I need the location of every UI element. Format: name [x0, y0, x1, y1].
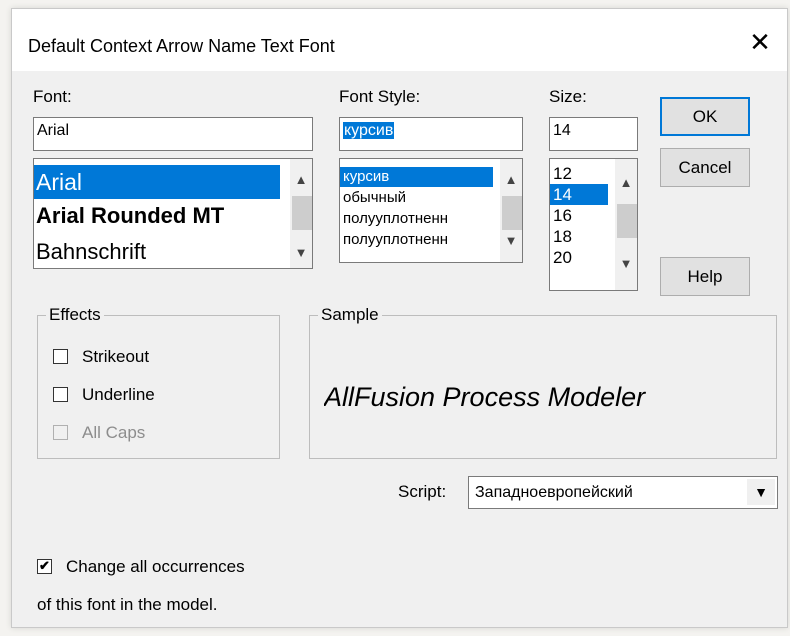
dropdown-arrow-icon[interactable]: ▼ — [747, 479, 775, 505]
font-style-scrollbar[interactable]: ▲ ▼ — [500, 159, 522, 262]
font-style-input-value: курсив — [343, 122, 395, 139]
font-style-input[interactable]: курсив — [339, 117, 523, 151]
scroll-down-icon[interactable]: ▼ — [500, 230, 522, 252]
all-caps-label: All Caps — [82, 423, 146, 442]
strikeout-checkbox[interactable] — [53, 349, 68, 364]
font-style-item[interactable]: полууплотненн — [340, 230, 493, 250]
scroll-up-icon[interactable]: ▲ — [290, 169, 312, 191]
sample-group: Sample AllFusion Process Modeler — [309, 305, 777, 459]
ok-button[interactable]: OK — [660, 97, 750, 136]
underline-checkbox[interactable] — [53, 387, 68, 402]
script-select-value: Западноевропейский — [475, 484, 633, 501]
size-label: Size: — [549, 87, 587, 106]
effects-title: Effects — [46, 305, 104, 325]
cancel-button[interactable]: Cancel — [660, 148, 750, 187]
change-all-checkbox[interactable]: ✔ — [37, 559, 52, 574]
sample-title: Sample — [318, 305, 382, 325]
size-item[interactable]: 12 — [550, 163, 608, 184]
scroll-up-icon[interactable]: ▲ — [615, 172, 637, 194]
font-style-list[interactable]: курсив обычный полууплотненн полууплотне… — [339, 158, 523, 263]
scroll-up-icon[interactable]: ▲ — [500, 169, 522, 191]
effects-group: Effects — [37, 305, 280, 459]
close-icon[interactable]: ✕ — [745, 27, 775, 57]
font-style-item[interactable]: курсив — [340, 167, 493, 187]
title-bar: Default Context Arrow Name Text Font ✕ — [12, 9, 787, 71]
scroll-down-icon[interactable]: ▼ — [290, 242, 312, 264]
font-list[interactable]: Arial Arial Rounded MT Bahnschrift ▲ ▼ — [33, 158, 313, 269]
font-list-item-arial[interactable]: Arial — [34, 165, 280, 199]
underline-label[interactable]: Underline — [82, 385, 155, 405]
sample-text: AllFusion Process Modeler — [324, 382, 646, 412]
size-item[interactable]: 20 — [550, 247, 608, 268]
all-caps-checkbox — [53, 425, 68, 440]
font-list-item-bahnschrift[interactable]: Bahnschrift — [34, 235, 280, 268]
font-list-scrollbar[interactable]: ▲ ▼ — [290, 159, 312, 268]
font-label: Font: — [33, 87, 72, 106]
scroll-thumb[interactable] — [502, 196, 522, 230]
strikeout-label[interactable]: Strikeout — [82, 347, 149, 367]
font-list-item-arial-rounded[interactable]: Arial Rounded MT — [34, 199, 280, 233]
help-button[interactable]: Help — [660, 257, 750, 296]
size-item[interactable]: 18 — [550, 226, 608, 247]
scroll-down-icon[interactable]: ▼ — [615, 253, 637, 275]
font-dialog: Default Context Arrow Name Text Font ✕ F… — [11, 8, 788, 628]
font-style-label: Font Style: — [339, 87, 421, 106]
script-select[interactable]: Западноевропейский ▼ — [468, 476, 778, 509]
size-list-scrollbar[interactable]: ▲ ▼ — [615, 159, 637, 290]
size-list[interactable]: 12 14 16 18 20 ▲ ▼ — [549, 158, 638, 291]
font-style-item[interactable]: полууплотненн — [340, 209, 493, 229]
size-item[interactable]: 14 — [550, 184, 608, 205]
change-all-label-line1[interactable]: Change all occurrences — [66, 557, 245, 577]
size-item[interactable]: 16 — [550, 205, 608, 226]
size-input[interactable]: 14 — [549, 117, 638, 151]
dialog-title: Default Context Arrow Name Text Font — [28, 36, 335, 56]
scroll-thumb[interactable] — [292, 196, 312, 230]
script-label: Script: — [398, 482, 447, 501]
scroll-thumb[interactable] — [617, 204, 637, 238]
change-all-label-line2: of this font in the model. — [37, 595, 218, 614]
check-icon: ✔ — [39, 558, 50, 573]
font-style-item[interactable]: обычный — [340, 188, 493, 208]
font-input[interactable]: Arial — [33, 117, 313, 151]
